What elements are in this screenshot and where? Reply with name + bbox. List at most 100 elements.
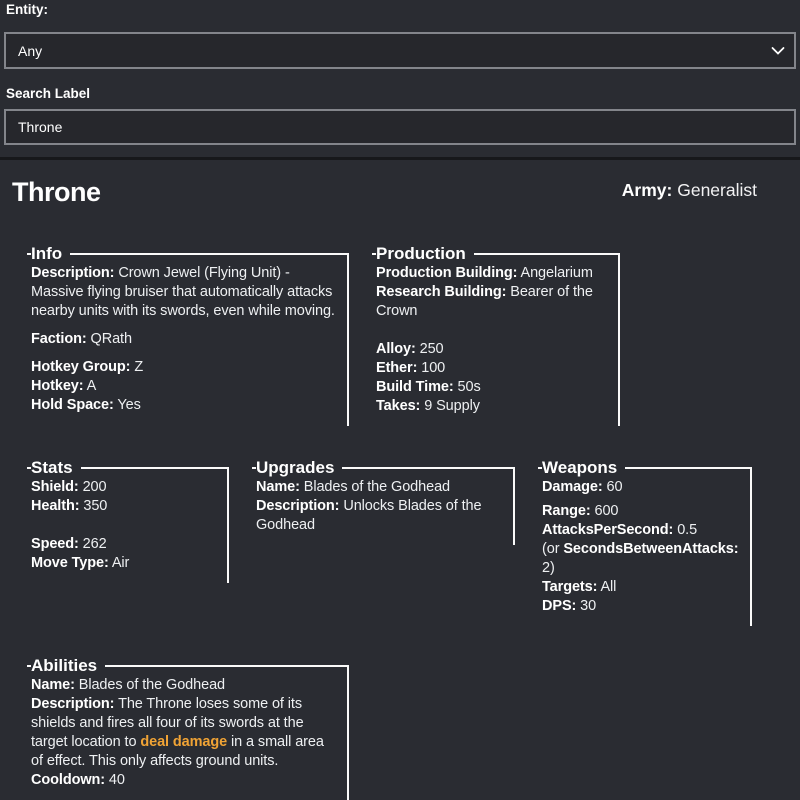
result-header: Throne Army: Generalist (12, 177, 787, 207)
stat-row: Production Building: Angelarium (376, 264, 608, 283)
stat-row: Damage: 60 (542, 478, 740, 497)
stat-row: DPS: 30 (542, 597, 740, 616)
stat-value: 262 (79, 536, 107, 552)
spacer (31, 516, 217, 535)
stat-row: Description: The Throne loses some of it… (31, 695, 337, 771)
stat-row: Research Building: Bearer of the Crown (376, 283, 608, 321)
stat-label: Hold Space: (31, 397, 114, 413)
stat-row: Description: Unlocks Blades of the Godhe… (256, 497, 503, 535)
section-production: Production Production Building: Angelari… (372, 244, 620, 426)
stat-row: Hold Space: Yes (31, 396, 337, 415)
stat-label: Build Time: (376, 379, 454, 395)
stat-label: Name: (31, 677, 75, 693)
spacer (376, 321, 608, 340)
stat-value: QRath (87, 331, 132, 347)
stat-value: 40 (105, 772, 125, 788)
entity-select-wrap: Any (4, 32, 796, 69)
stat-value: 250 (416, 341, 444, 357)
spacer (31, 321, 337, 330)
ability-damage-link[interactable]: deal damage (140, 734, 227, 750)
search-input[interactable] (4, 109, 796, 145)
section-body: Description: Crown Jewel (Flying Unit) -… (31, 264, 337, 415)
stat-row: Shield: 200 (31, 478, 217, 497)
section-row-2: Stats Shield: 200Health: 350Speed: 262Mo… (12, 458, 787, 626)
stat-label: AttacksPerSecond: (542, 522, 673, 538)
filter-form: Entity: Any Search Label (0, 0, 800, 145)
stat-value: A (83, 378, 96, 394)
stat-row: AttacksPerSecond: 0.5 (542, 521, 740, 540)
army-value: Generalist (677, 180, 757, 200)
entity-select[interactable]: Any (4, 32, 796, 69)
stat-value: 9 Supply (420, 398, 480, 414)
stat-label: Hotkey Group: (31, 359, 130, 375)
stat-value: All (597, 579, 616, 595)
stat-row: (or SecondsBetweenAttacks: 2) (542, 540, 740, 578)
section-body: Name: Blades of the GodheadDescription: … (31, 676, 337, 790)
stat-value: 100 (417, 360, 445, 376)
stat-row: Name: Blades of the Godhead (31, 676, 337, 695)
stat-label: Shield: (31, 479, 79, 495)
page: { "colors": { "accent_link": "#f0a335", … (0, 0, 800, 800)
section-stats: Stats Shield: 200Health: 350Speed: 262Mo… (27, 458, 229, 583)
section-body: Damage: 60Range: 600AttacksPerSecond: 0.… (542, 478, 740, 616)
section-row-3: Abilities Name: Blades of the GodheadDes… (12, 656, 787, 800)
section-row-1: Info Description: Crown Jewel (Flying Un… (12, 244, 787, 426)
stat-label: Damage: (542, 479, 603, 495)
section-info: Info Description: Crown Jewel (Flying Un… (27, 244, 349, 426)
stat-value: 30 (576, 598, 596, 614)
section-upgrades: Upgrades Name: Blades of the GodheadDesc… (252, 458, 515, 545)
stat-label: Targets: (542, 579, 597, 595)
stat-value: 60 (603, 479, 623, 495)
stat-value: Angelarium (517, 265, 592, 281)
page-title: Throne (12, 177, 101, 207)
stat-value: 2) (542, 560, 555, 576)
stat-row: Range: 600 (542, 502, 740, 521)
stat-row: Hotkey Group: Z (31, 358, 337, 377)
stat-label: Takes: (376, 398, 420, 414)
section-weapons: Weapons Damage: 60Range: 600AttacksPerSe… (538, 458, 752, 626)
section-body: Shield: 200Health: 350Speed: 262Move Typ… (31, 478, 217, 573)
stat-row: Takes: 9 Supply (376, 397, 608, 416)
stat-row: Health: 350 (31, 497, 217, 516)
entity-label: Entity: (6, 2, 796, 17)
stat-row: Hotkey: A (31, 377, 337, 396)
stat-value: 350 (79, 498, 107, 514)
stat-label: Move Type: (31, 555, 109, 571)
section-title: Weapons (542, 458, 625, 477)
stat-value: 50s (454, 379, 481, 395)
stat-value: Yes (114, 397, 141, 413)
stat-label: SecondsBetweenAttacks: (563, 541, 738, 557)
stat-row: Move Type: Air (31, 554, 217, 573)
section-body: Production Building: AngelariumResearch … (376, 264, 608, 416)
stat-label: Range: (542, 503, 591, 519)
stat-value: 200 (79, 479, 107, 495)
stat-row: Name: Blades of the Godhead (256, 478, 503, 497)
stat-value: Blades of the Godhead (75, 677, 225, 693)
stat-label: Faction: (31, 331, 87, 347)
section-title: Abilities (31, 656, 105, 675)
section-title: Info (31, 244, 70, 263)
stat-row: Faction: QRath (31, 330, 337, 349)
stat-label: Production Building: (376, 265, 517, 281)
stat-label: DPS: (542, 598, 576, 614)
stat-label: Research Building: (376, 284, 506, 300)
stat-value: 600 (591, 503, 619, 519)
stat-value: Air (109, 555, 130, 571)
stat-row: Speed: 262 (31, 535, 217, 554)
stat-label: Speed: (31, 536, 79, 552)
stat-row: Alloy: 250 (376, 340, 608, 359)
stat-value: (or (542, 541, 563, 557)
stat-label: Cooldown: (31, 772, 105, 788)
search-label: Search Label (6, 86, 796, 101)
section-title: Upgrades (256, 458, 342, 477)
stat-row: Cooldown: 40 (31, 771, 337, 790)
stat-label: Hotkey: (31, 378, 83, 394)
stat-label: Name: (256, 479, 300, 495)
stat-label: Description: (31, 696, 114, 712)
section-title: Stats (31, 458, 81, 477)
stat-value: Blades of the Godhead (300, 479, 450, 495)
army-info: Army: Generalist (622, 180, 757, 201)
stat-label: Description: (256, 498, 339, 514)
stat-row: Description: Crown Jewel (Flying Unit) -… (31, 264, 337, 321)
stat-label: Alloy: (376, 341, 416, 357)
